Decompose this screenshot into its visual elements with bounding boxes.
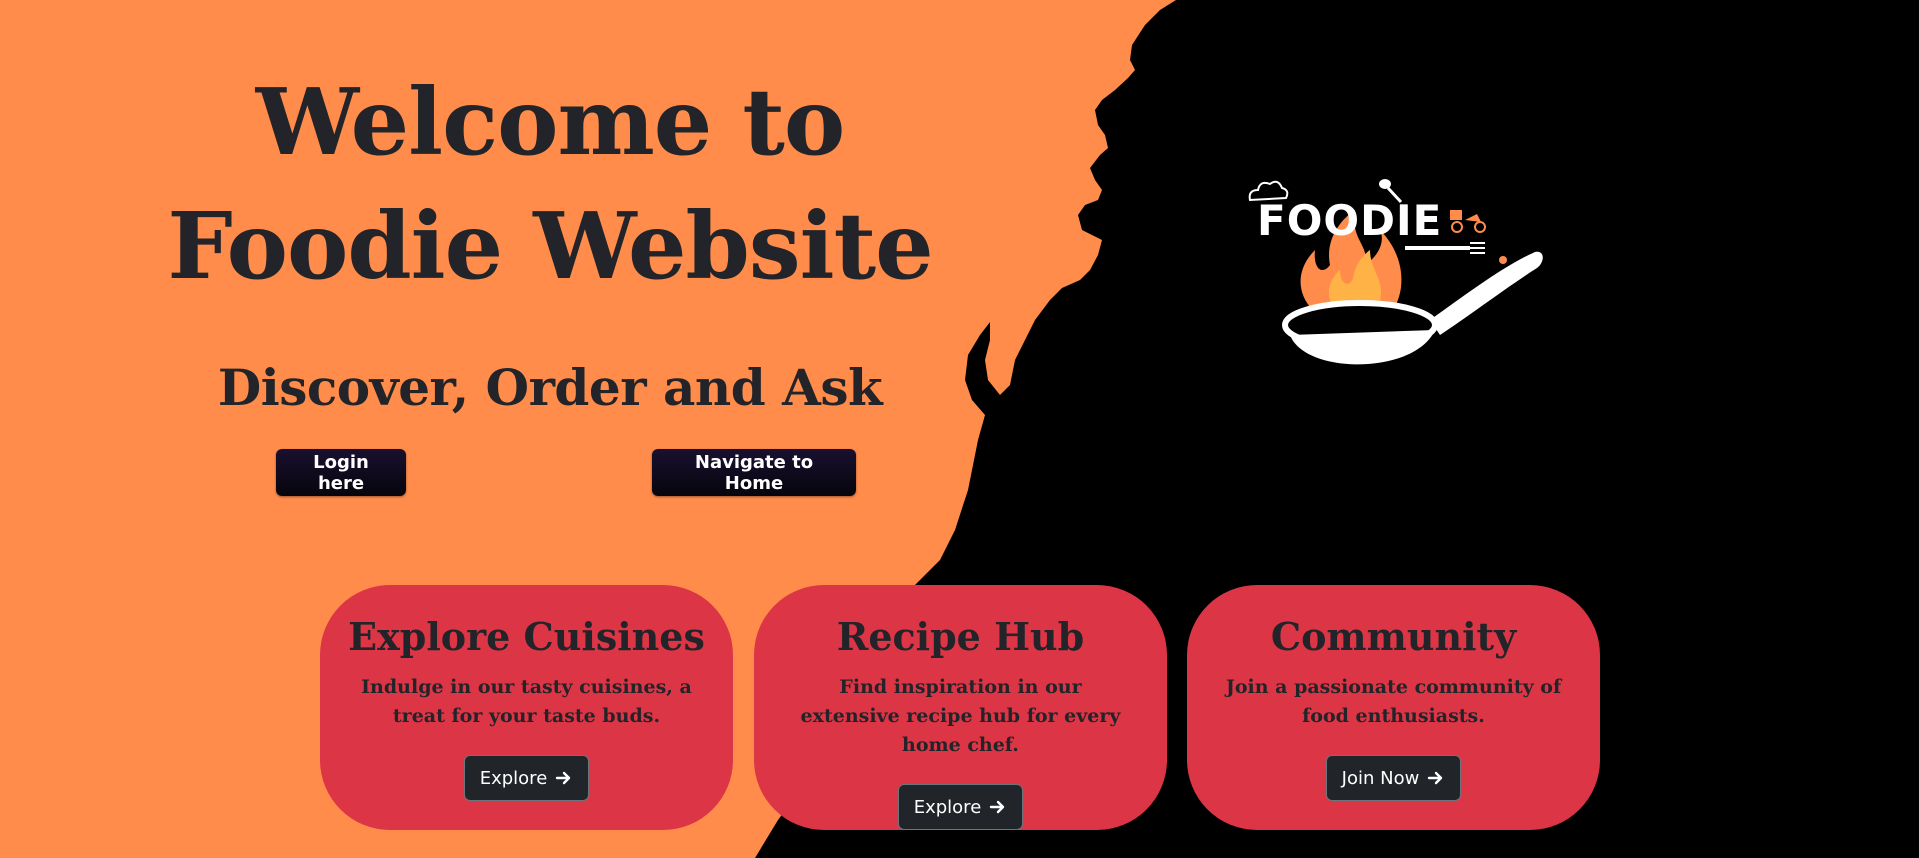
hero-title: Welcome to Foodie Website bbox=[80, 60, 1020, 308]
feature-cards: Explore Cuisines Indulge in our tasty cu… bbox=[320, 585, 1600, 830]
card-explore-cuisines: Explore Cuisines Indulge in our tasty cu… bbox=[320, 585, 733, 830]
card-description: Indulge in our tasty cuisines, a treat f… bbox=[361, 676, 692, 727]
landing-page: Welcome to Foodie Website Discover, Orde… bbox=[0, 0, 1919, 858]
arrow-right-icon bbox=[556, 771, 571, 785]
card-title: Explore Cuisines bbox=[348, 614, 705, 659]
logo-text: FOODIE bbox=[1257, 196, 1443, 245]
hero-subtitle: Discover, Order and Ask bbox=[217, 358, 883, 417]
join-now-button[interactable]: Join Now bbox=[1325, 755, 1462, 801]
button-label: Join Now bbox=[1341, 767, 1420, 789]
card-description: Join a passionate community of food enth… bbox=[1225, 676, 1562, 727]
card-title: Community bbox=[1270, 614, 1517, 659]
arrow-right-icon bbox=[990, 800, 1005, 814]
login-button[interactable]: Login here bbox=[276, 449, 406, 496]
navigate-home-button[interactable]: Navigate to Home bbox=[652, 449, 856, 496]
explore-recipe-hub-button[interactable]: Explore bbox=[897, 784, 1024, 830]
hero-title-line2: Foodie Website bbox=[167, 192, 933, 300]
arrow-right-icon bbox=[1428, 771, 1443, 785]
button-label: Explore bbox=[913, 796, 982, 818]
foodie-logo: FOODIE bbox=[1245, 170, 1545, 380]
card-title: Recipe Hub bbox=[836, 614, 1085, 659]
hero-title-line1: Welcome to bbox=[255, 68, 845, 176]
explore-cuisines-button[interactable]: Explore bbox=[463, 755, 590, 801]
card-description: Find inspiration in our extensive recipe… bbox=[800, 676, 1121, 756]
card-community: Community Join a passionate community of… bbox=[1187, 585, 1600, 830]
card-recipe-hub: Recipe Hub Find inspiration in our exten… bbox=[754, 585, 1167, 830]
button-label: Explore bbox=[479, 767, 548, 789]
